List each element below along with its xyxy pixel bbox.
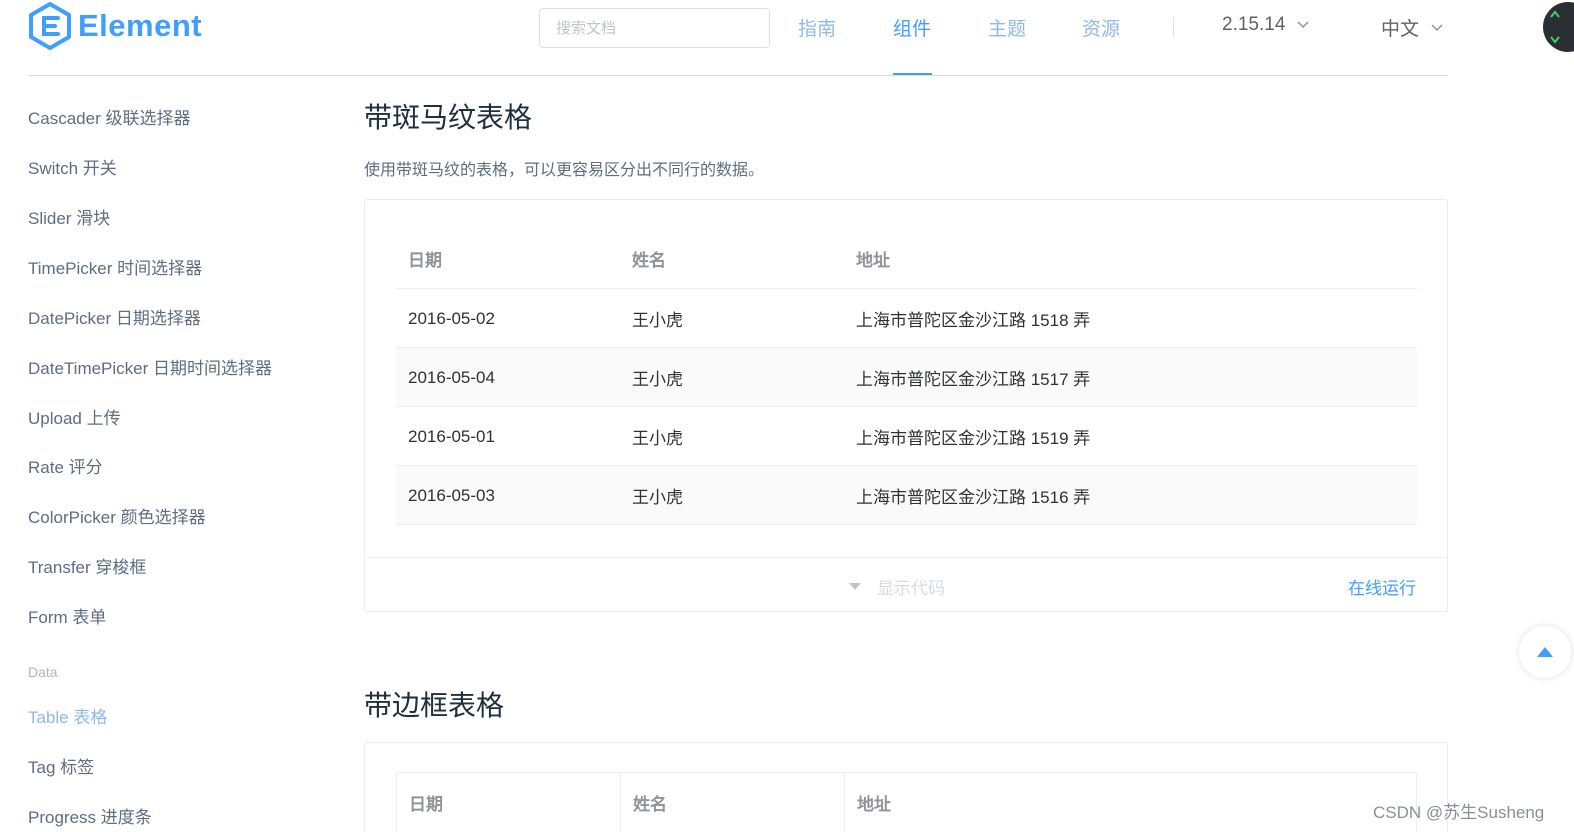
table-cell-date: 2016-05-04: [408, 367, 495, 387]
sidebar-item-form[interactable]: Form 表单: [28, 603, 106, 628]
run-online-link[interactable]: 在线运行: [1348, 574, 1416, 599]
demo-block-bordered: 日期 姓名 地址: [364, 742, 1448, 832]
nav-divider: [1173, 17, 1174, 37]
table-header-cell: 姓名: [633, 795, 667, 814]
show-code-toggle[interactable]: 显示代码: [849, 574, 945, 599]
floating-tool-button[interactable]: [1543, 2, 1574, 52]
table-header-cell: 地址: [856, 251, 890, 270]
sidebar-item-tag[interactable]: Tag 标签: [28, 753, 94, 778]
demo-footer: 显示代码 在线运行: [365, 557, 1447, 612]
table-cell-address: 上海市普陀区金沙江路 1518 弄: [856, 311, 1091, 330]
column-divider: [844, 773, 845, 832]
section-title-striped: 带斑马纹表格: [364, 102, 533, 133]
nav-resource[interactable]: 资源: [1082, 14, 1120, 41]
top-header: Element 指南 组件 主题 资源 2.15.14 中文: [0, 0, 1574, 76]
sidebar-item-table[interactable]: Table 表格: [28, 703, 107, 728]
table-cell-address: 上海市普陀区金沙江路 1517 弄: [856, 370, 1091, 389]
table-row: 2016-05-02 王小虎 上海市普陀区金沙江路 1518 弄: [396, 289, 1417, 348]
section-title-bordered: 带边框表格: [364, 690, 505, 721]
sidebar-item-upload[interactable]: Upload 上传: [28, 404, 121, 429]
chevron-down-icon: [1297, 21, 1309, 29]
table-cell-date: 2016-05-03: [408, 485, 495, 505]
sidebar-item-switch[interactable]: Switch 开关: [28, 154, 117, 179]
header-divider: [28, 75, 1448, 76]
chevron-down-icon: [1431, 23, 1443, 31]
page: Element 指南 组件 主题 资源 2.15.14 中文: [0, 0, 1574, 832]
sidebar-item-colorpicker[interactable]: ColorPicker 颜色选择器: [28, 503, 206, 528]
sidebar-item-cascader[interactable]: Cascader 级联选择器: [28, 104, 190, 129]
table-cell-name: 王小虎: [632, 370, 683, 389]
table-cell-date: 2016-05-02: [408, 308, 495, 328]
language-dropdown[interactable]: 中文: [1381, 14, 1443, 41]
sidebar-item-slider[interactable]: Slider 滑块: [28, 204, 110, 229]
table-cell-name: 王小虎: [632, 488, 683, 507]
sidebar-item-datepicker[interactable]: DatePicker 日期选择器: [28, 304, 201, 329]
table-cell-address: 上海市普陀区金沙江路 1519 弄: [856, 429, 1091, 448]
sidebar-group-data: Data: [28, 664, 58, 680]
table-row: 2016-05-03 王小虎 上海市普陀区金沙江路 1516 弄: [396, 466, 1417, 525]
demo-block-striped: 日期 姓名 地址 2016-05-02 王小虎 上海市普陀区金沙江路 1518 …: [364, 199, 1448, 612]
version-dropdown[interactable]: 2.15.14: [1222, 14, 1309, 36]
caret-up-icon: [1537, 647, 1553, 657]
table-cell-name: 王小虎: [632, 311, 683, 330]
table-cell-name: 王小虎: [632, 429, 683, 448]
sidebar-item-transfer[interactable]: Transfer 穿梭框: [28, 553, 146, 578]
arrows-icon: [1550, 10, 1560, 44]
element-logo-icon: [29, 2, 71, 50]
sidebar-item-progress[interactable]: Progress 进度条: [28, 803, 152, 828]
caret-down-icon: [849, 582, 861, 590]
language-label: 中文: [1381, 19, 1420, 40]
logo-text: Element: [78, 8, 203, 43]
section-description: 使用带斑马纹的表格，可以更容易区分出不同行的数据。: [364, 162, 765, 179]
table-row: 2016-05-01 王小虎 上海市普陀区金沙江路 1519 弄: [396, 407, 1417, 466]
sidebar-item-timepicker[interactable]: TimePicker 时间选择器: [28, 254, 202, 279]
table-header-cell: 日期: [408, 251, 442, 270]
watermark: CSDN @苏生Susheng: [1373, 803, 1545, 822]
nav-theme[interactable]: 主题: [988, 14, 1026, 41]
version-label: 2.15.14: [1222, 14, 1286, 35]
bordered-table: 日期 姓名 地址: [396, 772, 1417, 832]
search-input[interactable]: [539, 8, 770, 48]
table-header-cell: 地址: [857, 795, 891, 814]
nav-component[interactable]: 组件: [893, 14, 931, 41]
table-row: 2016-05-04 王小虎 上海市普陀区金沙江路 1517 弄: [396, 348, 1417, 407]
sidebar-item-rate[interactable]: Rate 评分: [28, 453, 103, 478]
sidebar-item-datetimepicker[interactable]: DateTimePicker 日期时间选择器: [28, 354, 272, 379]
show-code-label: 显示代码: [877, 579, 945, 598]
table-header-cell: 日期: [409, 795, 443, 814]
table-cell-date: 2016-05-01: [408, 426, 495, 446]
column-divider: [620, 773, 621, 832]
table-header-cell: 姓名: [632, 251, 666, 270]
back-to-top-button[interactable]: [1519, 626, 1571, 678]
table-header-row: 日期 姓名 地址: [396, 229, 1417, 289]
element-logo[interactable]: Element: [28, 2, 202, 50]
nav-guide[interactable]: 指南: [798, 14, 836, 41]
table-cell-address: 上海市普陀区金沙江路 1516 弄: [856, 488, 1091, 507]
